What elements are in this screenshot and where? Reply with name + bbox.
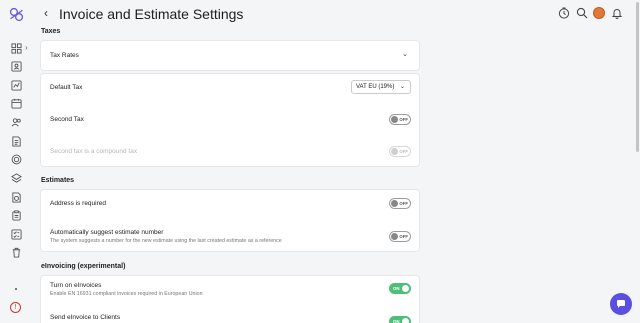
default-tax-row: Default Tax VAT EU (19%) ⌄ [41, 74, 419, 102]
suggest-number-description: The system suggests a number for the new… [50, 238, 282, 244]
section-title-estimates: Estimates [41, 177, 75, 184]
bell-icon[interactable] [611, 7, 623, 19]
clipboard-icon[interactable] [10, 209, 22, 221]
user-avatar[interactable] [593, 7, 605, 19]
target-icon[interactable] [10, 153, 22, 165]
tax-rates-card[interactable]: Tax Rates ⌄ [41, 41, 419, 70]
address-required-label: Address is required [50, 200, 106, 207]
layers-icon[interactable] [10, 172, 22, 184]
chevron-down-icon: ⌄ [399, 84, 405, 90]
second-tax-toggle[interactable]: OFF [389, 114, 411, 125]
document-icon[interactable] [10, 135, 22, 147]
compound-tax-label: Second tax is a compound tax [50, 148, 138, 155]
sidebar: › ! [0, 0, 33, 323]
suggest-number-row: Automatically suggest estimate number Th… [41, 222, 419, 251]
trash-icon[interactable] [10, 246, 22, 258]
toggle-state: ON [393, 286, 400, 291]
toggle-state: OFF [399, 117, 408, 122]
chat-launcher-button[interactable] [610, 293, 632, 315]
estimates-card: Address is required OFF Automatically su… [41, 190, 419, 251]
compound-tax-toggle[interactable]: OFF [389, 146, 411, 157]
send-einvoice-label: Send eInvoice to Clients [50, 314, 121, 321]
toggle-knob [391, 200, 398, 207]
users-icon[interactable] [10, 116, 22, 128]
toggle-knob [391, 148, 398, 155]
page-header: ‹ Invoice and Estimate Settings [33, 0, 640, 28]
help-alert-icon[interactable]: ! [10, 302, 21, 313]
calendar-icon[interactable] [10, 97, 22, 109]
turn-on-einvoices-row: Turn on eInvoices Enable EN 16931 compli… [41, 276, 419, 304]
sidebar-divider-dot [15, 288, 17, 290]
section-title-taxes: Taxes [41, 28, 61, 35]
address-required-toggle[interactable]: OFF [389, 198, 411, 209]
search-icon[interactable] [576, 7, 588, 19]
toggle-state: OFF [399, 234, 408, 239]
clock-document-icon[interactable] [10, 191, 22, 203]
page-title: Invoice and Estimate Settings [59, 6, 244, 22]
send-einvoice-row: Send eInvoice to Clients ON [41, 309, 419, 323]
einvoicing-card: Turn on eInvoices Enable EN 16931 compli… [41, 276, 419, 323]
toggle-knob [402, 285, 409, 292]
turn-on-einvoices-label: Turn on eInvoices [50, 282, 102, 289]
dashboard-icon[interactable] [10, 42, 22, 54]
toggle-knob [391, 233, 398, 240]
suggest-number-toggle[interactable]: OFF [389, 231, 411, 242]
toggle-state: ON [393, 319, 400, 323]
default-tax-value: VAT EU (19%) [356, 84, 395, 90]
chart-icon[interactable] [10, 79, 22, 91]
second-tax-row: Second Tax OFF [41, 105, 419, 133]
turn-on-einvoices-toggle[interactable]: ON [389, 283, 411, 294]
timer-icon[interactable] [558, 7, 570, 19]
section-title-einvoicing: eInvoicing (experimental) [41, 263, 126, 270]
toggle-state: OFF [399, 201, 408, 206]
toggle-state: OFF [399, 149, 408, 154]
suggest-number-label: Automatically suggest estimate number [50, 229, 164, 236]
sidebar-expand-icon[interactable]: › [25, 43, 28, 52]
tax-rates-label: Tax Rates [50, 52, 79, 59]
turn-on-einvoices-description: Enable EN 16931 compliant invoices requi… [50, 291, 203, 297]
toggle-knob [402, 318, 409, 323]
toggle-knob [391, 116, 398, 123]
contact-card-icon[interactable] [10, 60, 22, 72]
chat-bubble-icon [617, 300, 625, 308]
app-logo-icon[interactable] [8, 6, 25, 23]
default-tax-select[interactable]: VAT EU (19%) ⌄ [351, 80, 411, 94]
chevron-down-icon[interactable]: ⌄ [402, 50, 408, 58]
back-chevron-icon[interactable]: ‹ [44, 6, 48, 20]
second-tax-label: Second Tax [50, 116, 84, 123]
default-tax-label: Default Tax [50, 84, 83, 91]
tax-settings-card: Default Tax VAT EU (19%) ⌄ Second Tax OF… [41, 74, 419, 166]
page-scrollbar[interactable] [636, 2, 639, 152]
checklist-icon[interactable] [10, 228, 22, 240]
address-required-row: Address is required OFF [41, 190, 419, 218]
send-einvoice-toggle[interactable]: ON [389, 316, 411, 323]
compound-tax-row: Second tax is a compound tax OFF [41, 137, 419, 165]
